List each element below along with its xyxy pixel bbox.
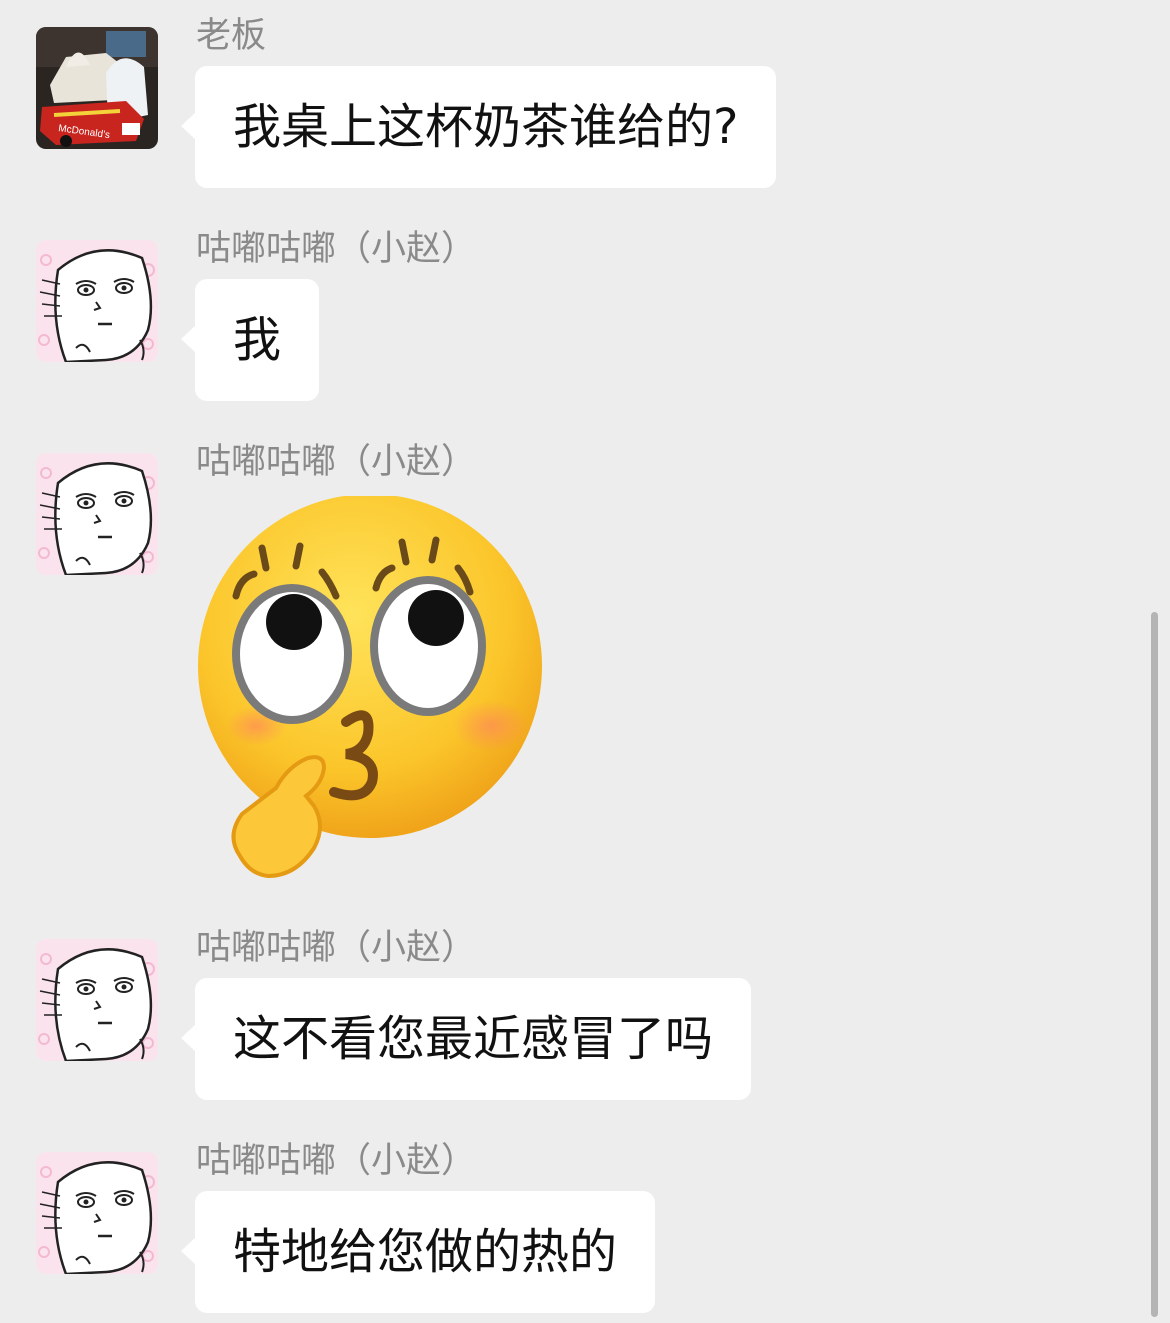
sender-name: 咕嘟咕嘟（小赵） bbox=[196, 442, 477, 482]
sketch-face-avatar-icon[interactable] bbox=[36, 453, 158, 575]
message-bubble[interactable]: 特地给您做的热的 bbox=[180, 1191, 656, 1313]
message-bubble[interactable]: 我 bbox=[180, 279, 320, 401]
sketch-face-avatar-icon[interactable] bbox=[36, 1152, 158, 1274]
chat-message-list[interactable]: McDonald's 老板 我桌上这杯奶茶谁给的? 咕嘟咕嘟（小赵） 我 咕嘟咕… bbox=[0, 0, 1150, 1323]
message-bubble[interactable]: 这不看您最近感冒了吗 bbox=[180, 978, 752, 1100]
sketch-face-avatar-icon[interactable] bbox=[36, 240, 158, 362]
boss-avatar-icon[interactable]: McDonald's bbox=[36, 27, 158, 149]
sender-name: 咕嘟咕嘟（小赵） bbox=[196, 229, 477, 269]
message-bubble[interactable]: 我桌上这杯奶茶谁给的? bbox=[180, 66, 777, 188]
sender-name: 老板 bbox=[196, 16, 267, 56]
sender-name: 咕嘟咕嘟（小赵） bbox=[196, 928, 477, 968]
scrollbar[interactable] bbox=[1151, 612, 1158, 1317]
kissing-emoji-sticker-icon[interactable] bbox=[196, 494, 548, 879]
sketch-face-avatar-icon[interactable] bbox=[36, 939, 158, 1061]
sender-name: 咕嘟咕嘟（小赵） bbox=[196, 1141, 477, 1181]
